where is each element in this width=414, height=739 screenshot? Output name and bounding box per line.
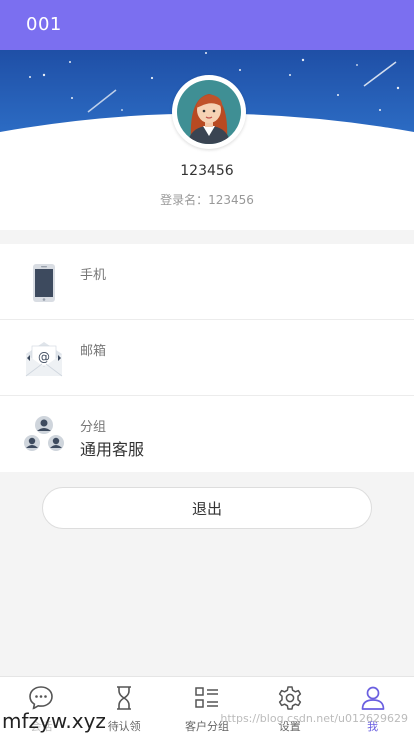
info-label-group: 分组 <box>80 420 107 435</box>
info-item-email[interactable]: @ 邮箱 <box>0 320 414 396</box>
profile-info-list: 手机 @ 邮箱 分组 通用客服 <box>0 244 414 472</box>
phone-icon <box>33 264 55 302</box>
svg-text:@: @ <box>38 350 50 364</box>
hourglass-icon <box>117 686 132 710</box>
chat-icon <box>29 686 54 711</box>
mail-icon: @ <box>25 342 63 377</box>
profile-username: 123456 <box>180 163 234 179</box>
info-label-email: 邮箱 <box>80 344 107 359</box>
watermark-blog: https://blog.csdn.net/u012629629 <box>220 712 408 725</box>
info-item-phone[interactable]: 手机 <box>0 244 414 320</box>
info-value-group: 通用客服 <box>80 440 145 459</box>
info-item-group[interactable]: 分组 通用客服 <box>0 396 414 472</box>
profile-login-name: 登录名：123456 <box>160 193 254 207</box>
header-title: 001 <box>26 14 62 35</box>
tab-me[interactable]: 我 <box>331 677 414 739</box>
app-header: 001 <box>0 0 414 50</box>
logout-button[interactable]: 退出 <box>42 487 372 529</box>
gear-icon <box>278 686 301 710</box>
avatar-icon <box>177 80 241 144</box>
tab-customer-groups[interactable]: 客户分组 <box>166 677 249 739</box>
watermark-site: mfzyw.xyz <box>0 709 108 733</box>
person-icon <box>361 686 384 710</box>
group-icon <box>24 416 64 451</box>
avatar[interactable] <box>172 75 246 149</box>
list-icon <box>195 687 218 708</box>
tab-settings[interactable]: 设置 <box>248 677 331 739</box>
info-label-phone: 手机 <box>80 268 107 283</box>
